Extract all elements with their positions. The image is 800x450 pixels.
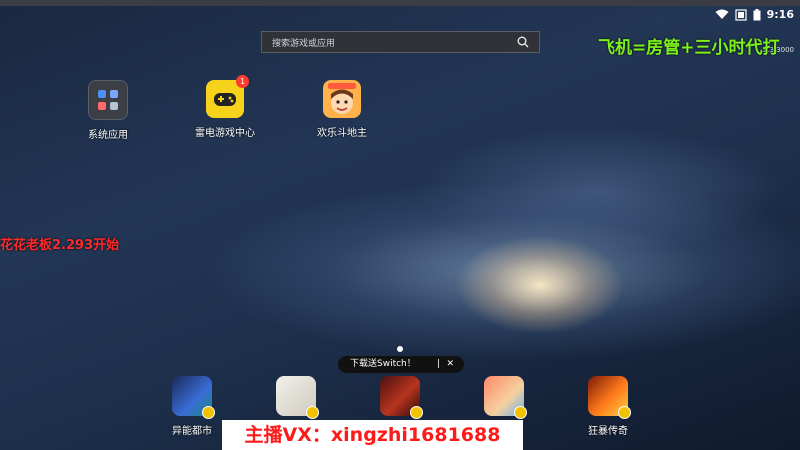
- app-label: 雷电游戏中心: [195, 128, 255, 139]
- gamepad-icon: 1: [206, 75, 249, 118]
- clock-time: 9:16: [766, 8, 794, 21]
- app-label: 欢乐斗地主: [317, 128, 367, 139]
- stream-overlay-bottom: 主播VX：xingzhi1681688: [222, 420, 523, 450]
- app-label: 系统应用: [88, 130, 128, 141]
- tooltip-text: 下载送Switch！: [350, 359, 416, 369]
- app-label: 狂暴传奇: [588, 426, 628, 437]
- search-placeholder: 搜索游戏或应用: [272, 39, 336, 49]
- dock-app-3[interactable]: [360, 376, 440, 422]
- mini-badge-icon: [202, 406, 215, 419]
- stream-overlay-left: 花花老板2.293开始: [0, 238, 120, 253]
- close-icon[interactable]: ✕: [446, 356, 454, 373]
- mini-badge-icon: [410, 406, 423, 419]
- wifi-icon: [715, 9, 729, 19]
- system-apps-folder-icon: [88, 80, 128, 120]
- mini-badge-icon: [514, 406, 527, 419]
- search-bar[interactable]: 搜索游戏或应用: [261, 31, 540, 53]
- cartoon-face-icon: [323, 80, 361, 118]
- app-label: 异能都市: [172, 426, 212, 437]
- game-hero-icon: [172, 376, 215, 419]
- download-promo-tooltip[interactable]: 下载送Switch！ | ✕: [338, 356, 464, 373]
- mini-badge-icon: [306, 406, 319, 419]
- dock-app-4[interactable]: [464, 376, 544, 422]
- app-system-apps[interactable]: 系统应用: [68, 80, 148, 141]
- window-top-bar: [0, 0, 800, 6]
- status-bar: 9:16 2.3.3000: [715, 8, 794, 54]
- dock-app-yineng-dushi[interactable]: 异能都市: [152, 376, 232, 437]
- tooltip-separator: |: [436, 359, 440, 369]
- app-huanle-doudizhu[interactable]: 欢乐斗地主: [302, 80, 382, 139]
- calligraphy-game-icon: [276, 376, 319, 419]
- warrior-game-icon: [380, 376, 423, 419]
- page-indicator-dot: [397, 346, 403, 352]
- battery-icon: [753, 8, 761, 20]
- app-leidian-game-center[interactable]: 1 雷电游戏中心: [185, 75, 265, 139]
- signal-icon: [735, 8, 747, 21]
- cartoon-game-icon: [484, 376, 527, 419]
- mini-badge-icon: [618, 406, 631, 419]
- search-icon[interactable]: [517, 36, 529, 48]
- stream-overlay-top-right: 飞机=房管+三小时代打: [598, 38, 780, 58]
- dock-app-kuangbao-chuanqi[interactable]: 狂暴传奇: [568, 376, 648, 437]
- notification-badge: 1: [236, 75, 249, 88]
- fire-game-icon: [588, 376, 631, 419]
- dock-app-2[interactable]: [256, 376, 336, 422]
